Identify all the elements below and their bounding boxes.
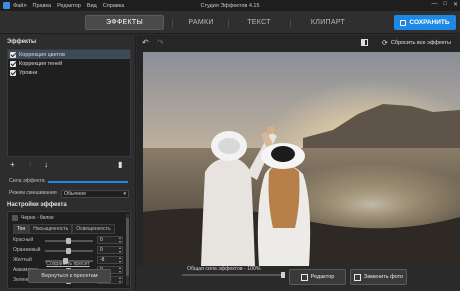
chevron-down-icon: ▾ xyxy=(123,191,126,197)
effect-label: Уровни xyxy=(19,69,38,76)
trash-icon[interactable]: ▮ xyxy=(118,160,122,169)
param-value: 0 xyxy=(100,237,103,243)
slider-knob[interactable] xyxy=(66,248,71,254)
save-button-label: СОХРАНИТЬ xyxy=(409,19,450,26)
reset-all-button[interactable]: ⟳ Сбросить все эффекты xyxy=(382,39,451,47)
undo-icon[interactable]: ↶ xyxy=(142,38,149,47)
move-up-icon[interactable]: ↑ xyxy=(28,160,32,169)
app-icon xyxy=(3,2,10,9)
tab-clipart[interactable]: КЛИПАРТ xyxy=(300,15,356,30)
effect-checkbox[interactable] xyxy=(10,60,16,67)
tab-frames[interactable]: РАМКИ xyxy=(176,15,226,30)
canvas-area: ↶ ↷ ⟳ Сбросить все эффекты Общая сила эф… xyxy=(137,35,460,291)
canvas-bottom-bar: Общая сила эффектов - 100% Редактор Заме… xyxy=(137,266,460,291)
crop-icon xyxy=(300,273,308,281)
strength-slider[interactable] xyxy=(48,181,128,183)
effects-toolbar: + ↑ ↓ ▮ xyxy=(10,160,128,170)
param-slider[interactable] xyxy=(45,248,93,254)
menu-bar: Файл Правка Редактор Вид Справка xyxy=(13,3,124,9)
slider-knob[interactable] xyxy=(281,272,285,278)
scrollbar-thumb[interactable] xyxy=(126,218,129,276)
replace-photo-label: Заменить фото xyxy=(363,274,404,280)
param-row: Красный 0 ▴ ▾ xyxy=(13,236,125,245)
blend-select[interactable]: Обычное ▾ xyxy=(61,190,129,198)
settings-title: Настройки эффекта xyxy=(7,202,67,208)
blend-label: Режим смешивания xyxy=(9,190,57,196)
redo-icon[interactable]: ↷ xyxy=(157,38,164,47)
effects-list: Коррекция цветов Коррекция теней Уровни xyxy=(7,49,131,157)
back-to-presets-button[interactable]: Вернуться к пресетам xyxy=(28,269,111,283)
menu-edit[interactable]: Правка xyxy=(33,3,52,9)
spinner-icon[interactable]: ▴ ▾ xyxy=(119,276,121,284)
strength-slider-fill xyxy=(48,181,128,183)
bw-checkbox[interactable] xyxy=(12,215,18,221)
menu-editor[interactable]: Редактор xyxy=(57,3,81,9)
editor-button-label: Редактор xyxy=(310,274,335,280)
effect-checkbox[interactable] xyxy=(10,51,16,58)
reset-label: Сбросить все эффекты xyxy=(390,40,451,46)
spinner-icon[interactable]: ▴ ▾ xyxy=(119,246,121,254)
add-icon[interactable]: + xyxy=(10,160,15,169)
effect-label: Коррекция теней xyxy=(19,60,63,67)
param-slider[interactable] xyxy=(45,238,93,244)
settings-scrollbar[interactable] xyxy=(126,214,129,286)
menu-view[interactable]: Вид xyxy=(87,3,97,9)
tab-divider xyxy=(228,19,229,28)
param-row: Оранжевый 0 ▴ ▾ xyxy=(13,246,125,255)
param-label: Красный xyxy=(13,237,34,243)
title-bar: Файл Правка Редактор Вид Справка Студия … xyxy=(0,0,460,11)
list-item[interactable]: Коррекция цветов xyxy=(8,50,130,59)
effects-title: Эффекты xyxy=(7,39,37,45)
reset-icon: ⟳ xyxy=(382,40,388,47)
spinner-icon[interactable]: ▴ ▾ xyxy=(119,236,121,244)
menu-help[interactable]: Справка xyxy=(103,3,125,9)
effect-checkbox[interactable] xyxy=(10,69,16,76)
tab-text[interactable]: ТЕКСТ xyxy=(236,15,282,30)
param-input[interactable]: 0 ▴▾ xyxy=(97,246,123,254)
maximize-icon[interactable]: □ xyxy=(443,1,447,8)
subtab-lightness[interactable]: Освещенность xyxy=(72,224,115,234)
left-panel: Эффекты Коррекция цветов Коррекция теней… xyxy=(0,35,136,291)
param-input[interactable]: 0 ▴▾ xyxy=(97,236,123,244)
param-label: Оранжевый xyxy=(13,247,41,253)
menu-file[interactable]: Файл xyxy=(13,3,27,9)
tab-divider xyxy=(172,19,173,28)
bw-label: Черно - белое xyxy=(21,215,54,221)
param-value: 0 xyxy=(100,247,103,253)
save-preset-link[interactable]: Сохранить пресет xyxy=(0,261,136,267)
floppy-icon xyxy=(400,19,407,26)
image-icon xyxy=(353,273,361,281)
overall-strength-label: Общая сила эффектов - 100% xyxy=(187,266,261,272)
replace-photo-button[interactable]: Заменить фото xyxy=(350,269,407,285)
move-down-icon[interactable]: ↓ xyxy=(44,160,48,169)
list-item[interactable]: Коррекция теней xyxy=(8,59,130,68)
tab-bar: ЭФФЕКТЫ РАМКИ ТЕКСТ КЛИПАРТ СОХРАНИТЬ xyxy=(0,11,460,34)
blend-select-value: Обычное xyxy=(64,191,87,197)
list-item[interactable]: Уровни xyxy=(8,68,130,77)
tab-effects[interactable]: ЭФФЕКТЫ xyxy=(85,15,164,30)
slider-knob[interactable] xyxy=(66,238,71,244)
strength-label: Сила эффекта xyxy=(9,178,45,184)
close-icon[interactable]: ✕ xyxy=(453,1,458,8)
save-button[interactable]: СОХРАНИТЬ xyxy=(394,15,456,30)
overall-strength-slider[interactable] xyxy=(182,272,285,278)
tab-divider xyxy=(290,19,291,28)
effect-label: Коррекция цветов xyxy=(19,51,65,58)
subtab-tone[interactable]: Тон xyxy=(13,224,30,234)
spinner-icon[interactable]: ▴ ▾ xyxy=(119,266,121,274)
minimize-icon[interactable]: — xyxy=(431,1,437,8)
photo-canvas[interactable] xyxy=(143,52,460,266)
photo-image xyxy=(143,52,460,266)
compare-icon[interactable] xyxy=(361,39,368,46)
subtab-saturation[interactable]: Насыщенность xyxy=(29,224,73,234)
editor-button[interactable]: Редактор xyxy=(289,269,346,285)
